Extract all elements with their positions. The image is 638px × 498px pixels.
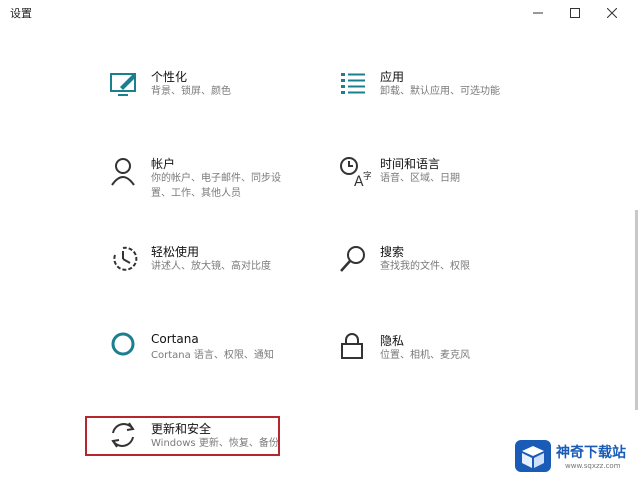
minimize-icon bbox=[533, 12, 543, 14]
item-title: 轻松使用 bbox=[151, 245, 200, 259]
settings-item-apps[interactable]: 应用 卸载、默认应用、可选功能 bbox=[337, 68, 567, 128]
settings-item-search[interactable]: 搜索 查找我的文件、权限 bbox=[337, 243, 567, 303]
settings-item-personalization[interactable]: 个性化 背景、锁屏、颜色 bbox=[108, 68, 338, 128]
item-title: 应用 bbox=[380, 70, 405, 84]
watermark-url: www.sqxzz.com bbox=[565, 462, 621, 470]
lock-icon bbox=[337, 332, 371, 366]
time-language-icon: A字 bbox=[337, 155, 371, 189]
close-icon bbox=[607, 8, 617, 18]
maximize-button[interactable] bbox=[558, 0, 592, 26]
item-title: Cortana bbox=[151, 332, 199, 346]
settings-item-time-language[interactable]: A字 时间和语言 语音、区域、日期 bbox=[337, 155, 567, 215]
item-description: 讲述人、放大镜、高对比度 bbox=[151, 261, 271, 272]
item-description: 背景、锁屏、颜色 bbox=[151, 86, 231, 97]
item-description: 你的帐户、电子邮件、同步设 置、工作、其他人员 bbox=[151, 173, 281, 199]
window-title: 设置 bbox=[10, 7, 32, 20]
watermark-logo-icon bbox=[513, 438, 553, 474]
settings-item-cortana[interactable]: Cortana Cortana 语言、权限、通知 bbox=[108, 332, 338, 392]
maximize-icon bbox=[570, 8, 580, 18]
apps-icon bbox=[337, 68, 371, 102]
settings-item-privacy[interactable]: 隐私 位置、相机、麦克风 bbox=[337, 332, 567, 392]
item-description: 位置、相机、麦克风 bbox=[380, 350, 470, 361]
item-title: 个性化 bbox=[151, 70, 188, 84]
account-icon bbox=[108, 155, 142, 189]
item-description: 查找我的文件、权限 bbox=[380, 261, 470, 272]
ease-of-access-icon bbox=[108, 243, 142, 277]
settings-item-accounts[interactable]: 帐户 你的帐户、电子邮件、同步设 置、工作、其他人员 bbox=[108, 155, 338, 215]
title-bar: 设置 bbox=[0, 0, 638, 26]
watermark-text: 神奇下载站 bbox=[556, 445, 626, 461]
item-description: 语音、区域、日期 bbox=[380, 173, 460, 184]
settings-item-ease-of-access[interactable]: 轻松使用 讲述人、放大镜、高对比度 bbox=[108, 243, 338, 303]
item-description: 卸载、默认应用、可选功能 bbox=[380, 86, 500, 97]
svg-text:字: 字 bbox=[363, 170, 371, 182]
highlight-frame bbox=[85, 416, 280, 456]
search-icon bbox=[337, 243, 371, 277]
item-title: 时间和语言 bbox=[380, 157, 441, 171]
cortana-icon bbox=[108, 332, 142, 366]
personalization-icon bbox=[108, 68, 142, 102]
minimize-button[interactable] bbox=[521, 0, 555, 26]
close-button[interactable] bbox=[595, 0, 629, 26]
watermark: 神奇下载站 www.sqxzz.com bbox=[513, 438, 635, 478]
item-description: Cortana 语言、权限、通知 bbox=[151, 350, 274, 361]
item-title: 帐户 bbox=[151, 157, 176, 171]
item-title: 隐私 bbox=[380, 334, 405, 348]
item-title: 搜索 bbox=[380, 245, 405, 259]
